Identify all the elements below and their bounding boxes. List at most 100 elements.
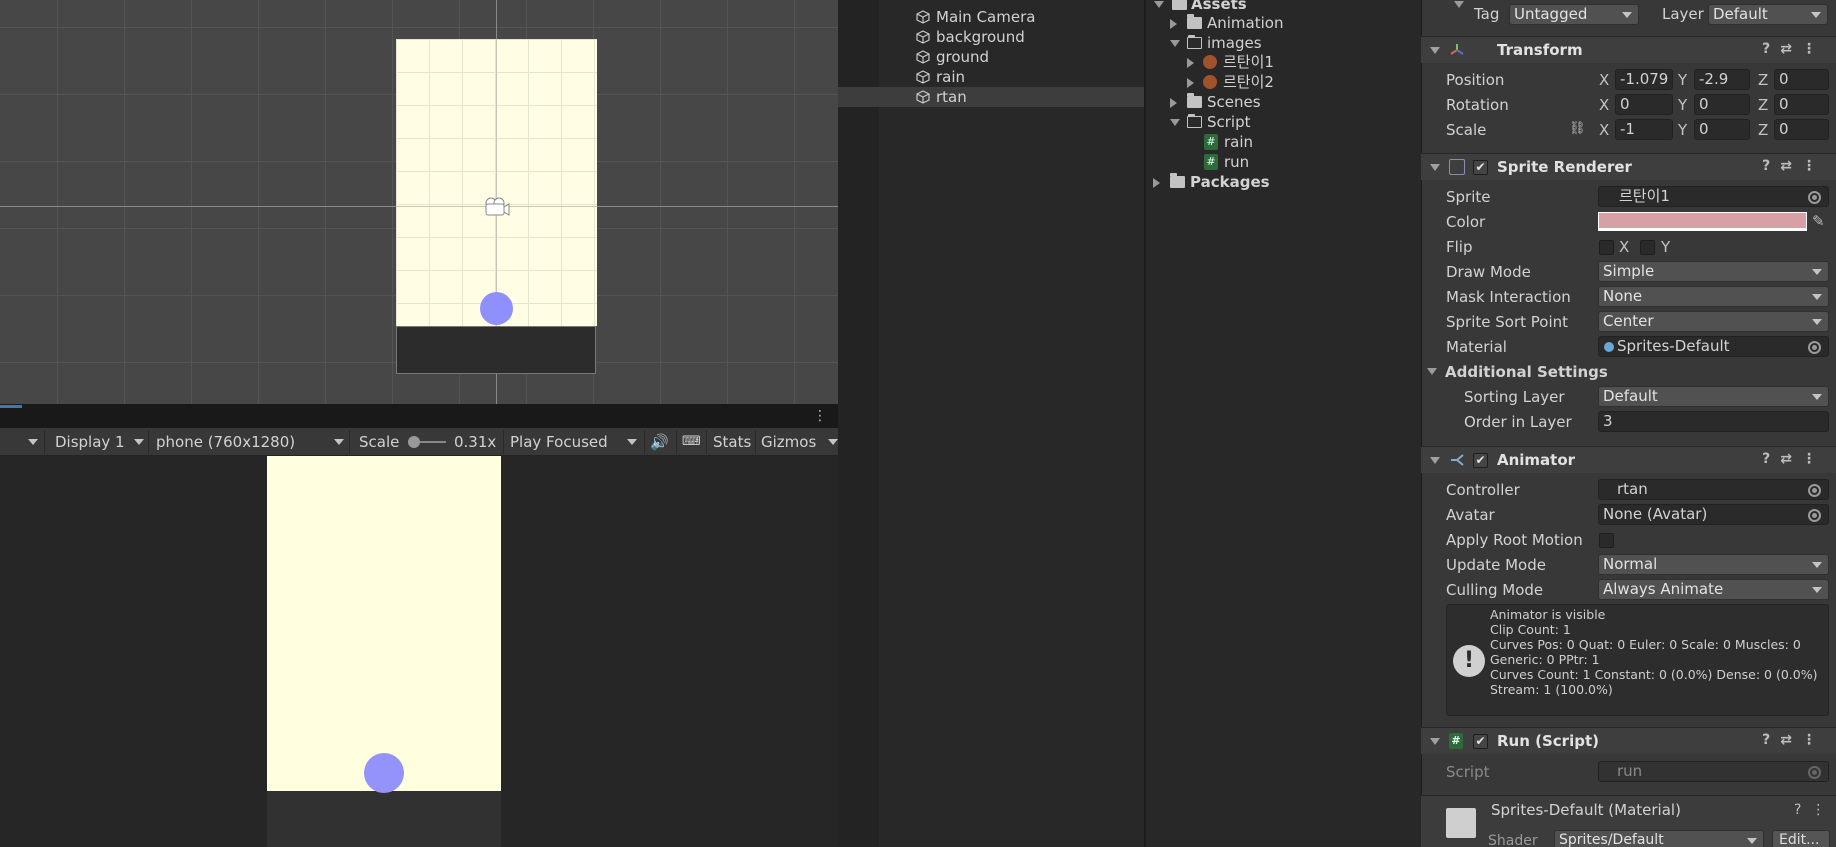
hierarchy-item[interactable]: rain [879,67,1144,87]
game-mode-caret-icon[interactable] [28,439,38,445]
avatar-row: Avatar None (Avatar) [1421,503,1836,528]
tag-layer-row: Tag Untagged Layer Default [1421,1,1836,27]
game-more-icon[interactable]: ⋮ [813,408,827,424]
expand-arrow-icon[interactable] [1170,98,1177,108]
component-header-icons[interactable]: ?⇄⋮ [1762,158,1826,174]
run-script-enabled-checkbox[interactable]: ✔ [1473,734,1488,749]
component-header-icons[interactable]: ?⇄⋮ [1762,451,1826,467]
display-caret-icon[interactable] [134,439,144,445]
collapse-arrow-icon[interactable] [1170,40,1180,47]
cube-icon [916,50,930,64]
tag-dropdown[interactable]: Untagged [1509,4,1639,25]
constrain-proportions-icon[interactable]: ⛓ [1569,121,1586,136]
material-field[interactable]: Sprites-Default [1598,336,1829,357]
scale-z-field[interactable]: 0 [1774,119,1829,140]
controller-field[interactable]: rtan [1598,479,1829,500]
object-picker-icon[interactable] [1808,484,1821,497]
order-in-layer-field[interactable]: 3 [1598,411,1829,432]
camera-axis-v [496,39,497,326]
eyedropper-icon[interactable]: ✎ [1812,212,1825,230]
hierarchy-item[interactable]: ground [879,47,1144,67]
info-line: Clip Count: 1 [1490,622,1571,637]
sprite-renderer-header[interactable]: ✔ Sprite Renderer ?⇄⋮ [1421,153,1836,180]
draw-mode-row: Draw Mode Simple [1421,260,1836,285]
scale-x-field[interactable]: -1 [1615,119,1673,140]
controller-row: Controller rtan [1421,478,1836,503]
flip-y-checkbox[interactable] [1640,240,1655,255]
expand-arrow-icon[interactable] [1153,178,1160,188]
script-icon: # [1204,134,1218,150]
mask-row: Mask Interaction None [1421,285,1836,310]
cube-icon [916,30,930,44]
component-header-icons[interactable]: ?⇄⋮ [1762,732,1826,748]
sort-point-row: Sprite Sort Point Center [1421,310,1836,335]
color-swatch[interactable] [1598,212,1807,231]
order-in-layer-row: Order in Layer 3 [1421,410,1836,435]
transform-header[interactable]: Transform ?⇄⋮ [1421,36,1836,63]
gizmos-caret-icon[interactable] [828,439,838,445]
avatar-field[interactable]: None (Avatar) [1598,504,1829,525]
shader-edit-button[interactable]: Edit... [1772,830,1830,847]
shader-dropdown[interactable]: Sprites/Default [1554,830,1764,847]
game-ball [364,753,404,793]
sprite-renderer-enabled-checkbox[interactable]: ✔ [1473,160,1488,175]
sort-point-dropdown[interactable]: Center [1598,311,1829,332]
culling-mode-dropdown[interactable]: Always Animate [1598,579,1829,600]
hierarchy-item-selected[interactable]: rtan [838,87,1144,107]
gizmos-button[interactable]: Gizmos [761,428,816,456]
expand-arrow-icon[interactable] [1187,78,1194,88]
play-mode-dropdown[interactable]: Play Focused [510,428,608,456]
camera-gizmo-icon[interactable] [482,196,510,218]
keyboard-icon[interactable]: ⌨ [682,428,701,456]
resolution-dropdown[interactable]: phone (760x1280) [156,428,295,456]
sorting-layer-dropdown[interactable]: Default [1598,386,1829,407]
mask-interaction-dropdown[interactable]: None [1598,286,1829,307]
layer-dropdown[interactable]: Default [1708,4,1828,25]
scene-root-row[interactable] [879,0,1144,6]
mute-audio-icon[interactable]: 🔊 [650,428,669,456]
apply-root-motion-checkbox[interactable] [1599,533,1614,548]
game-ground [267,791,501,847]
project-panel [1144,0,1421,847]
rotation-x-field[interactable]: 0 [1615,94,1673,115]
play-mode-caret-icon[interactable] [627,439,637,445]
display-dropdown[interactable]: Display 1 [55,428,125,456]
cube-icon [916,90,930,104]
scene-ball[interactable] [480,292,513,325]
expand-arrow-icon[interactable] [1187,58,1194,68]
additional-settings-row[interactable]: Additional Settings [1421,360,1836,385]
draw-mode-dropdown[interactable]: Simple [1598,261,1829,282]
rotation-y-field[interactable]: 0 [1694,94,1750,115]
animator-header[interactable]: ✔ Animator ?⇄⋮ [1421,446,1836,473]
scale-slider-knob[interactable] [408,436,420,448]
sprite-field[interactable]: 르탄이1 [1598,186,1829,207]
expand-arrow-icon[interactable] [1170,19,1177,29]
stats-button[interactable]: Stats [713,428,751,456]
rotation-z-field[interactable]: 0 [1774,94,1829,115]
scale-y-field[interactable]: 0 [1694,119,1750,140]
object-picker-icon[interactable] [1808,191,1821,204]
cube-icon [916,70,930,84]
scene-ground[interactable] [396,326,596,374]
position-y-field[interactable]: -2.9 [1694,69,1750,90]
flip-x-checkbox[interactable] [1599,240,1614,255]
run-script-header[interactable]: # ✔ Run (Script) ?⇄⋮ [1421,727,1836,754]
resolution-caret-icon[interactable] [334,439,344,445]
component-header-icons[interactable]: ?⇄⋮ [1762,41,1826,57]
open-folder-icon [1187,114,1202,128]
hierarchy-item[interactable]: background [879,27,1144,47]
update-mode-row: Update Mode Normal [1421,553,1836,578]
update-mode-dropdown[interactable]: Normal [1598,554,1829,575]
hierarchy-panel [838,0,1144,847]
object-picker-icon[interactable] [1808,509,1821,522]
cube-icon [916,10,930,24]
hierarchy-item[interactable]: Main Camera [879,7,1144,27]
object-picker-icon[interactable] [1808,341,1821,354]
info-line: Curves Count: 1 Constant: 0 (0.0%) Dense… [1490,667,1818,682]
object-picker-icon [1808,766,1821,779]
animator-enabled-checkbox[interactable]: ✔ [1473,453,1488,468]
collapse-arrow-icon[interactable] [1170,119,1180,126]
material-header-icons[interactable]: ?⋮ [1794,802,1835,818]
position-x-field[interactable]: -1.079 [1615,69,1673,90]
position-z-field[interactable]: 0 [1774,69,1829,90]
